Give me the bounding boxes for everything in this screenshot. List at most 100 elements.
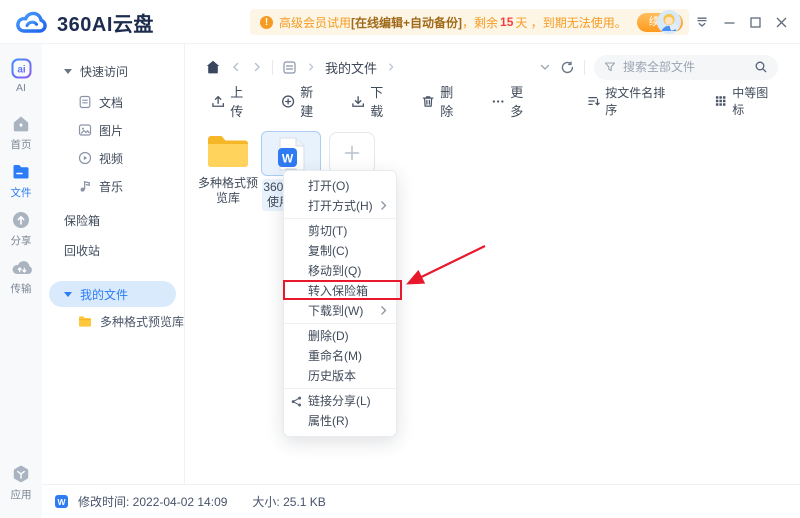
sidebar-item-format-library[interactable]: 多种格式预览库 <box>42 307 185 335</box>
upload-icon <box>211 94 225 109</box>
tool-label: 按文件名排序 <box>605 84 674 118</box>
menu-item-link-share[interactable]: 链接分享(L) <box>284 391 396 411</box>
app-window: 360AI云盘 ! 高级会员试用[在线编辑+自动备份]，剩余 15 天 ，到期无… <box>0 0 800 518</box>
forward-icon[interactable] <box>251 61 263 73</box>
sort-button[interactable]: 按文件名排序 <box>587 84 674 118</box>
search-icon[interactable] <box>754 60 768 74</box>
upload-button[interactable]: 上传 <box>211 82 255 120</box>
tool-label: 新建 <box>300 82 325 120</box>
filter-icon[interactable] <box>604 61 616 73</box>
menu-item-open-with[interactable]: 打开方式(H) <box>284 196 396 216</box>
view-mode-button[interactable]: 中等图标 <box>714 84 778 118</box>
item-label: 保险箱 <box>64 212 100 229</box>
tool-label: 删除 <box>440 82 465 120</box>
app-title: 360AI云盘 <box>57 8 154 37</box>
avatar[interactable] <box>657 10 681 34</box>
menu-item-open[interactable]: 打开(O) <box>284 176 396 196</box>
sidebar-item-safebox[interactable]: 保险箱 <box>42 206 185 234</box>
menu-item-download-to[interactable]: 下载到(W) <box>284 301 396 321</box>
modified-time: 修改时间: 2022-04-02 14:09 <box>78 493 227 510</box>
rail-label: AI <box>16 82 26 94</box>
sidebar-group-quick-access[interactable]: 快速访问 <box>42 57 185 85</box>
close-button[interactable] <box>775 16 788 29</box>
search-input[interactable] <box>623 60 747 74</box>
file-size: 大小: 25.1 KB <box>252 493 325 510</box>
breadcrumb-current[interactable]: 我的文件 <box>325 58 377 77</box>
tool-label: 更多 <box>510 82 535 120</box>
chevron-down-icon <box>64 69 72 74</box>
app-logo: 360AI云盘 <box>14 8 154 37</box>
new-button[interactable]: 新建 <box>281 82 325 120</box>
menu-item-properties[interactable]: 属性(R) <box>284 411 396 431</box>
drive-icon <box>282 60 297 75</box>
svg-text:W: W <box>282 151 294 165</box>
tool-label: 中等图标 <box>732 84 778 118</box>
chevron-down-icon <box>64 292 72 297</box>
menu-separator <box>284 323 396 324</box>
rail-item-apps[interactable]: 应用 <box>0 464 42 502</box>
music-icon <box>78 179 92 193</box>
sidebar: 快速访问 文档 图片 视频 音乐 保险箱 <box>42 44 185 518</box>
sidebar-item-music[interactable]: 音乐 <box>42 172 185 200</box>
minimize-button[interactable] <box>723 16 736 29</box>
refresh-icon[interactable] <box>560 60 575 75</box>
title-bar: 360AI云盘 ! 高级会员试用[在线编辑+自动备份]，剩余 15 天 ，到期无… <box>0 0 800 44</box>
sidebar-item-docs[interactable]: 文档 <box>42 88 185 116</box>
back-icon[interactable] <box>230 61 242 73</box>
rail-item-share[interactable]: 分享 <box>0 210 42 248</box>
alert-icon: ! <box>260 16 273 29</box>
new-plus-icon <box>281 94 295 109</box>
sidebar-item-videos[interactable]: 视频 <box>42 144 185 172</box>
menu-item-move-to-safebox[interactable]: 转入保险箱 <box>284 281 396 301</box>
breadcrumb: 我的文件 <box>185 50 800 84</box>
menu-item-delete[interactable]: 删除(D) <box>284 326 396 346</box>
chevron-down-icon[interactable] <box>539 61 551 73</box>
svg-text:ai: ai <box>17 65 26 76</box>
banner-text-suffix: 天 ，到期无法使用。 <box>515 14 626 31</box>
chevron-right-icon <box>306 62 316 72</box>
menu-separator <box>284 218 396 219</box>
sidebar-item-my-files[interactable]: 我的文件 <box>49 281 176 307</box>
banner-text-prefix: 高级会员试用 <box>279 14 351 31</box>
rail-item-transfer[interactable]: 传输 <box>0 258 42 296</box>
context-menu: 打开(O) 打开方式(H) 剪切(T) 复制(C) 移动到(Q) 转入保险箱 下… <box>283 170 397 437</box>
file-name: 多种格式预览库 <box>195 176 261 206</box>
home-button-icon[interactable] <box>205 59 221 75</box>
sidebar-item-pictures[interactable]: 图片 <box>42 116 185 144</box>
membership-banner: ! 高级会员试用[在线编辑+自动备份]，剩余 15 天 ，到期无法使用。 续费 <box>250 9 689 35</box>
image-icon <box>78 123 92 137</box>
add-file-button[interactable] <box>329 132 375 174</box>
ai-icon: ai <box>11 58 32 79</box>
banner-days-remaining: 15 <box>500 15 513 29</box>
share-icon <box>291 396 302 407</box>
folder-icon <box>11 162 31 182</box>
document-icon <box>78 95 92 109</box>
menu-item-rename[interactable]: 重命名(M) <box>284 346 396 366</box>
menu-item-move-to[interactable]: 移动到(Q) <box>284 261 396 281</box>
sidebar-item-recycle[interactable]: 回收站 <box>42 236 185 264</box>
file-tile-folder[interactable]: 多种格式预览库 <box>195 132 261 206</box>
maximize-button[interactable] <box>749 16 762 29</box>
more-button[interactable]: 更多 <box>491 82 535 120</box>
rail-label: 传输 <box>11 281 32 296</box>
rail-label: 文件 <box>11 185 32 200</box>
trash-icon <box>421 94 435 109</box>
home-icon <box>11 114 31 134</box>
collapse-window-icon[interactable] <box>694 14 710 30</box>
download-button[interactable]: 下载 <box>351 82 395 120</box>
menu-item-cut[interactable]: 剪切(T) <box>284 221 396 241</box>
folder-icon <box>78 315 93 328</box>
search-box[interactable] <box>594 55 778 80</box>
menu-item-history[interactable]: 历史版本 <box>284 366 396 386</box>
rail-label: 分享 <box>11 233 32 248</box>
item-label: 多种格式预览库 <box>100 313 184 330</box>
delete-button[interactable]: 删除 <box>421 82 465 120</box>
submenu-arrow-icon <box>380 200 387 211</box>
rail-item-files[interactable]: 文件 <box>0 162 42 200</box>
tool-label: 上传 <box>230 82 255 120</box>
rail-item-ai[interactable]: ai AI <box>0 58 42 94</box>
tool-label: 下载 <box>370 82 395 120</box>
menu-item-copy[interactable]: 复制(C) <box>284 241 396 261</box>
item-label: 我的文件 <box>80 286 128 303</box>
rail-item-home[interactable]: 首页 <box>0 114 42 152</box>
